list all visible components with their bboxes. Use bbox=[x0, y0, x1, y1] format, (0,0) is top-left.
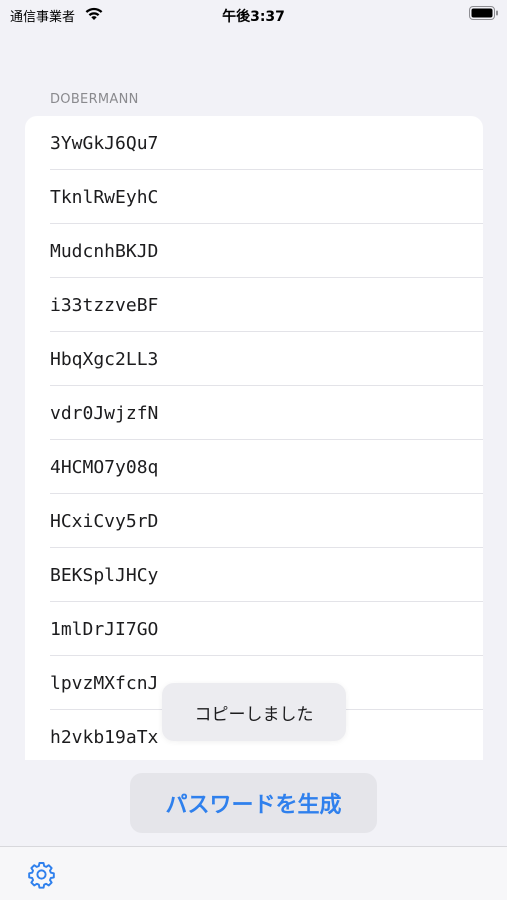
battery-icon bbox=[469, 6, 498, 20]
generate-password-button[interactable]: パスワードを生成 bbox=[130, 773, 377, 833]
password-item[interactable]: 4HCMO7y08q bbox=[25, 440, 483, 494]
gear-icon[interactable] bbox=[27, 860, 56, 889]
password-item[interactable]: 1mlDrJI7GO bbox=[25, 602, 483, 656]
status-bar: 通信事業者 午後3:37 bbox=[0, 0, 507, 30]
section-header: DOBERMANN bbox=[50, 92, 139, 107]
clock: 午後3:37 bbox=[222, 9, 285, 25]
password-item[interactable]: vdr0JwjzfN bbox=[25, 386, 483, 440]
password-item[interactable]: HCxiCvy5rD bbox=[25, 494, 483, 548]
password-item[interactable]: 3YwGkJ6Qu7 bbox=[25, 116, 483, 170]
password-item[interactable]: MudcnhBKJD bbox=[25, 224, 483, 278]
bottom-toolbar bbox=[0, 846, 507, 900]
password-item[interactable]: TknlRwEyhC bbox=[25, 170, 483, 224]
password-item[interactable]: i33tzzveBF bbox=[25, 278, 483, 332]
screen: 通信事業者 午後3:37 DOBERMANN 3YwGkJ6Qu7 TknlRw… bbox=[0, 0, 507, 900]
password-item[interactable]: BEKSplJHCy bbox=[25, 548, 483, 602]
copied-toast: コピーしました bbox=[162, 683, 346, 741]
password-list: 3YwGkJ6Qu7 TknlRwEyhC MudcnhBKJD i33tzzv… bbox=[25, 116, 483, 760]
password-item[interactable]: HbqXgc2LL3 bbox=[25, 332, 483, 386]
